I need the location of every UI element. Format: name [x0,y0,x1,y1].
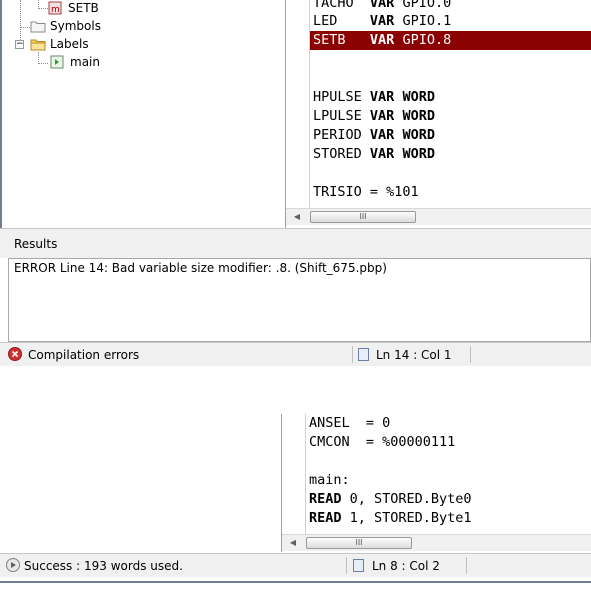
tree-item-label: Labels [50,37,89,51]
status-text: Compilation errors [28,348,140,362]
tree-connector [20,0,21,40]
scrollbar-thumb[interactable]: III [306,537,412,549]
code-editor[interactable]: TACHO VAR GPIO.0 LED VAR GPIO.1 SETB VAR… [310,0,591,208]
tree-item-setb[interactable]: m SETB [48,0,99,16]
tree-item-label: SETB [68,1,99,15]
scrollbar-thumb[interactable]: III [310,211,416,223]
tree-item-label: Symbols [50,19,101,33]
scroll-left-arrow-icon[interactable]: ◀ [286,537,300,549]
code-line: TRISIO = %101 [313,184,419,200]
tree-item-labels[interactable]: Labels [30,36,89,52]
status-separator [346,557,347,574]
tree-connector [20,27,30,28]
results-panel-header: Results [0,228,591,258]
tree-connector [38,8,48,9]
play-icon [6,558,20,572]
code-line: HPULSE VAR WORD [313,89,435,105]
code-editor[interactable]: ANSEL = 0 CMCON = %00000111 main: READ 0… [306,414,591,534]
status-separator [470,346,471,363]
code-line: ANSEL = 0 [309,415,391,431]
folder-open-icon [30,37,46,51]
tree-item-symbols[interactable]: Symbols [30,18,101,34]
status-bar: Success : 193 words used. Ln 8 : Col 2 [0,553,591,577]
results-output[interactable]: ERROR Line 14: Bad variable size modifie… [8,258,591,342]
status-bar: Compilation errors Ln 14 : Col 1 [0,342,591,366]
code-line: PERIOD VAR WORD [313,127,435,143]
code-line: READ 0, STORED.Byte0 [309,491,472,507]
code-line: LPULSE VAR WORD [313,108,435,124]
code-line: main: [309,472,350,488]
status-text: Success : 193 words used. [24,559,183,573]
status-separator [466,557,467,574]
tree-item-label: main [70,55,100,69]
error-icon [8,347,22,361]
code-line: LED VAR GPIO.1 [313,13,452,29]
results-title: Results [14,237,58,251]
folder-icon [30,19,46,33]
code-line: READ 1, STORED.Byte1 [309,510,472,526]
tree-connector [38,63,48,64]
tree-item-main[interactable]: main [50,54,100,70]
label-arrow-icon [50,55,66,69]
screenshot-gap [0,366,591,414]
document-icon [358,348,369,361]
project-tree: m SETB Symbols − Labels main [0,0,286,228]
horizontal-scrollbar[interactable]: ◀ III [286,208,591,225]
cursor-position: Ln 8 : Col 2 [372,559,440,573]
editor-gutter [282,414,306,534]
editor-gutter [286,0,310,208]
variable-icon: m [48,1,64,15]
code-line: CMCON = %00000111 [309,434,456,450]
code-line: STORED VAR WORD [313,146,435,162]
svg-text:m: m [51,5,60,15]
collapse-toggle[interactable]: − [15,40,24,49]
horizontal-scrollbar[interactable]: ◀ III [282,534,591,551]
error-message: ERROR Line 14: Bad variable size modifie… [14,261,387,275]
code-line-error-highlight: SETB VAR GPIO.8 [310,31,591,50]
status-separator [352,346,353,363]
cursor-position: Ln 14 : Col 1 [376,348,452,362]
scroll-left-arrow-icon[interactable]: ◀ [290,211,304,223]
window-bottom-border [0,581,591,589]
document-icon [353,559,364,572]
project-tree [0,414,282,552]
